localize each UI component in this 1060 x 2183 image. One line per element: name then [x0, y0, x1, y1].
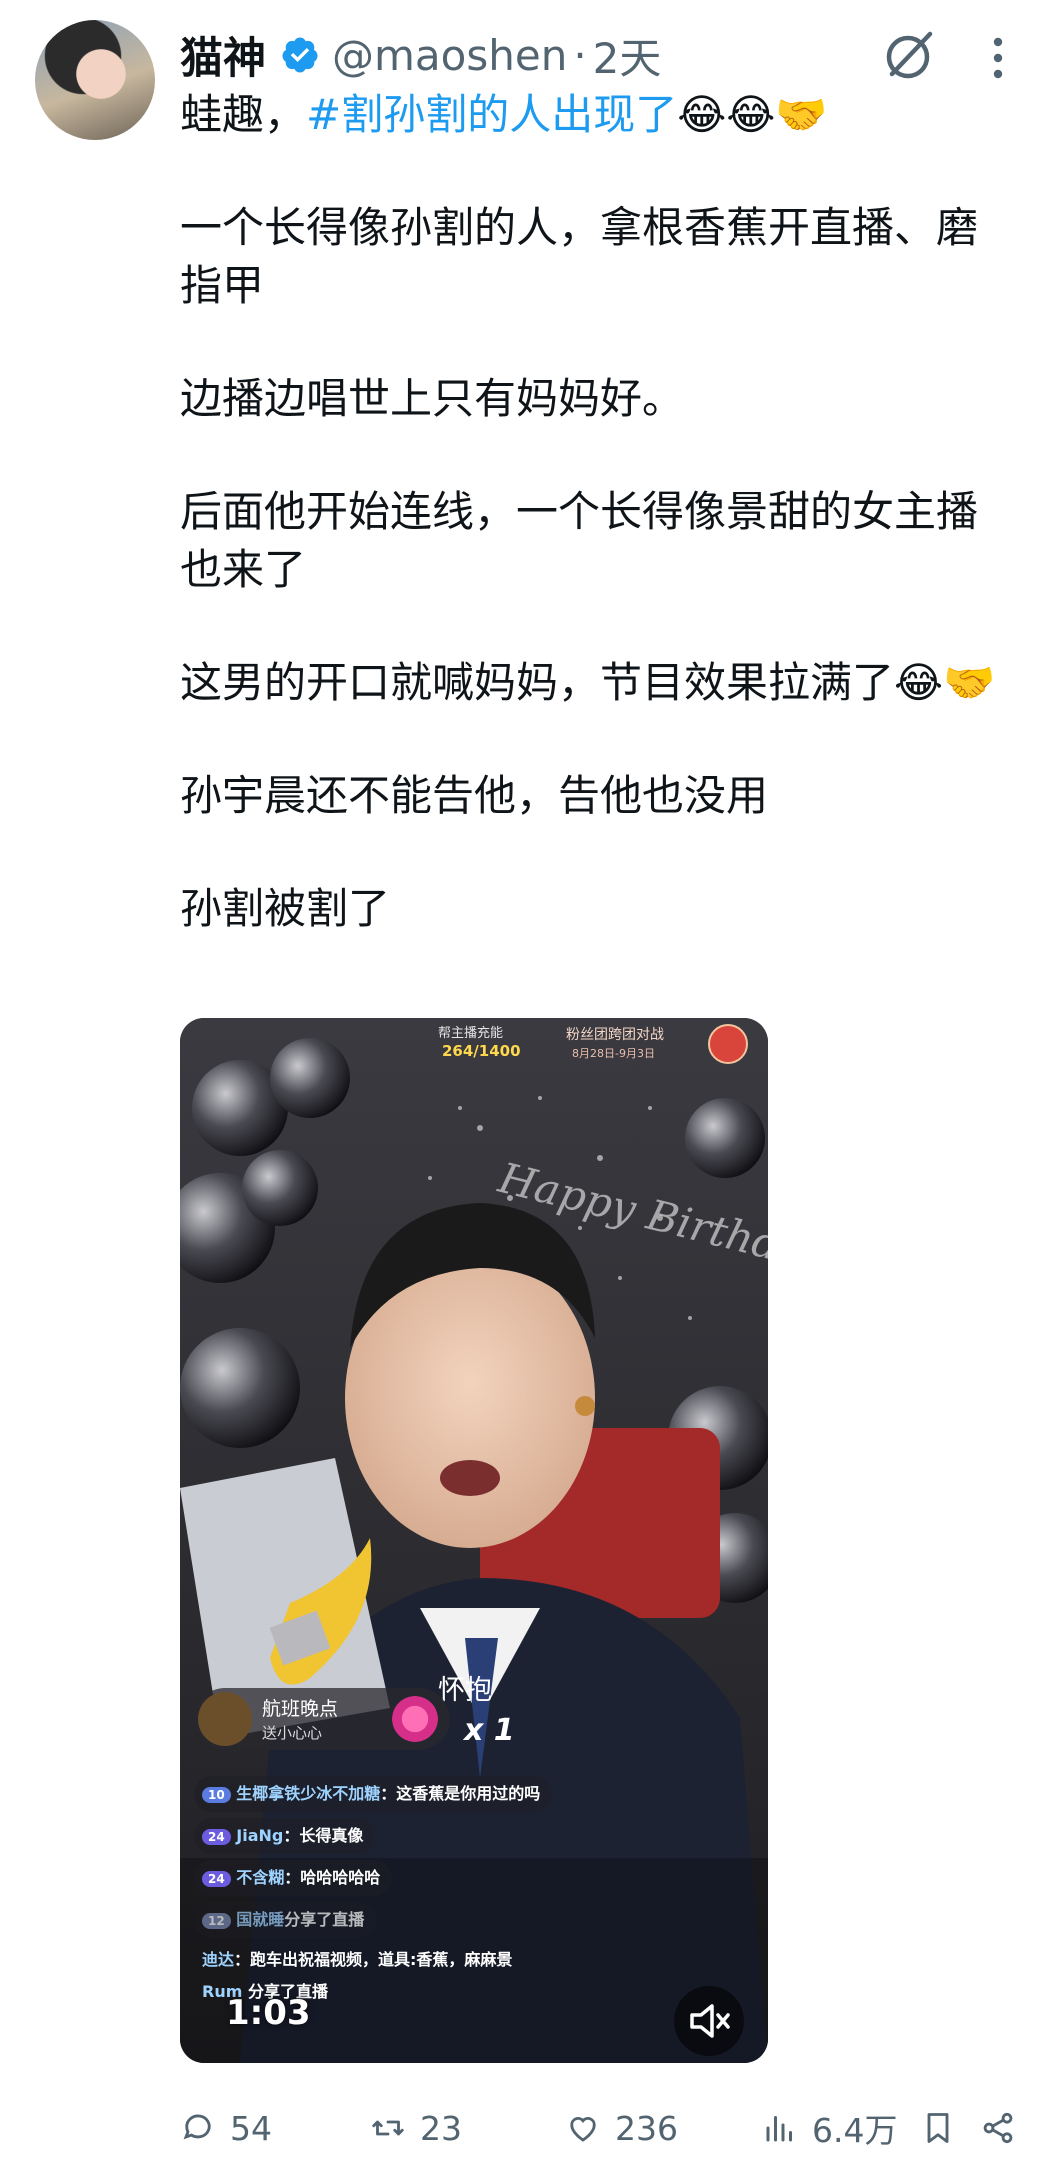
comment-user: 迪达: [202, 1950, 235, 1969]
share-icon: [983, 2112, 1013, 2144]
comment-text: ：长得真像: [283, 1826, 364, 1845]
heart-gift-icon: [392, 1696, 438, 1742]
comment-user: 不含糊: [236, 1868, 285, 1887]
video-duration: 1:03: [226, 1993, 311, 2033]
views-chart-icon: [766, 2116, 792, 2142]
repost-button[interactable]: 23: [370, 2098, 462, 2158]
reply-button[interactable]: 54: [180, 2098, 272, 2158]
level-badge: 24: [202, 1829, 231, 1845]
gift-user-name: 航班晚点: [262, 1698, 339, 1720]
bookmark-button[interactable]: [920, 2098, 956, 2158]
view-count: 6.4万: [812, 2111, 898, 2150]
comment-row: 24 JiaNg：长得真像: [194, 1818, 376, 1854]
live-comments: 10 生椰拿铁少冰不加糖：这香蕉是你用过的吗 24 JiaNg：长得真像 24 …: [194, 1776, 674, 2008]
post-text: 蛙趣，#割孙割的人出现了😂😂🤝 一个长得像孙割的人，拿根香蕉开直播、磨指甲 边播…: [180, 86, 1010, 938]
post-actions-bar: 54 23 236 6.4万: [180, 2098, 1020, 2158]
bookmark-icon: [927, 2113, 949, 2143]
level-badge: 24: [202, 1871, 231, 1887]
post-paragraph: 边播边唱世上只有妈妈好。: [180, 374, 685, 423]
post-paragraph: 孙宇晨还不能告他，告他也没用: [180, 771, 769, 820]
level-badge: 12: [202, 1913, 231, 1929]
comment-row: 24 不含糊：哈哈哈哈哈: [194, 1860, 393, 1896]
time-separator: ·: [573, 30, 587, 80]
video-player[interactable]: 帮主播充能 264/1400 粉丝团跨团对战 8月28日-9月3日 Happy …: [180, 1018, 768, 2063]
post-intro-line: 蛙趣，#割孙割的人出现了😂😂🤝: [180, 90, 828, 139]
repost-icon: [372, 2120, 404, 2136]
fan-battle-dates: 8月28日-9月3日: [572, 1047, 655, 1060]
mute-button[interactable]: [674, 1986, 744, 2056]
comment-row: 10 生椰拿铁少冰不加糖：这香蕉是你用过的吗: [194, 1776, 553, 1812]
like-count: 236: [615, 2108, 678, 2148]
stream-energy-progress: 264/1400: [442, 1042, 521, 1060]
comment-row: 迪达：跑车出祝福视频，道具:香蕉，麻麻景: [194, 1944, 524, 1976]
gift-description: 送小心心: [262, 1724, 323, 1742]
gift-bubble: 航班晚点 送小心心: [194, 1688, 450, 1750]
author-avatar[interactable]: [35, 20, 155, 140]
hashtag-link[interactable]: #割孙割的人出现了: [306, 90, 677, 139]
verified-badge-icon: [282, 37, 318, 73]
post-paragraph: 孙割被割了: [180, 884, 391, 933]
author-handle[interactable]: @maoshen: [332, 31, 567, 80]
post-paragraph: 后面他开始连线，一个长得像景甜的女主播也来了: [180, 487, 979, 594]
comment-user: 国就睡: [236, 1910, 285, 1929]
fan-badge-icon: [708, 1024, 748, 1064]
views-button[interactable]: 6.4万: [762, 2098, 897, 2158]
reply-icon: [183, 2114, 211, 2140]
post-paragraph: 这男的开口就喊妈妈，节目效果拉满了😂🤝: [180, 658, 996, 707]
author-name[interactable]: 猫神: [180, 24, 266, 86]
comment-user: 生椰拿铁少冰不加糖: [236, 1784, 381, 1803]
post-time[interactable]: 2天: [593, 25, 662, 86]
post-header: 猫神 @maoshen · 2天: [180, 22, 661, 88]
level-badge: 10: [202, 1787, 231, 1803]
gift-count: x 1: [464, 1713, 515, 1748]
share-button[interactable]: [980, 2098, 1016, 2158]
comment-text: 分享了直播: [284, 1910, 365, 1929]
more-options-icon[interactable]: [978, 28, 1018, 88]
grok-icon[interactable]: [878, 26, 942, 84]
comment-user: JiaNg: [236, 1826, 284, 1845]
comment-text: ：这香蕉是你用过的吗: [380, 1784, 541, 1803]
post-paragraph: 一个长得像孙割的人，拿根香蕉开直播、磨指甲: [180, 203, 979, 310]
heart-icon: [570, 2116, 596, 2142]
comment-text: ：跑车出祝福视频，道具:香蕉，麻麻景: [234, 1950, 513, 1969]
fan-battle-title: 粉丝团跨团对战: [566, 1027, 664, 1043]
repost-count: 23: [420, 2108, 462, 2148]
gift-user-avatar: [198, 1692, 252, 1746]
speaker-muted-icon: [690, 2004, 730, 2038]
stream-energy-label: 帮主播充能: [438, 1026, 504, 1041]
reply-count: 54: [230, 2108, 272, 2148]
comment-text: ：哈哈哈哈哈: [284, 1868, 381, 1887]
hug-label: 怀抱: [438, 1675, 492, 1706]
like-button[interactable]: 236: [565, 2098, 678, 2158]
comment-row: 12 国就睡分享了直播: [194, 1902, 377, 1938]
